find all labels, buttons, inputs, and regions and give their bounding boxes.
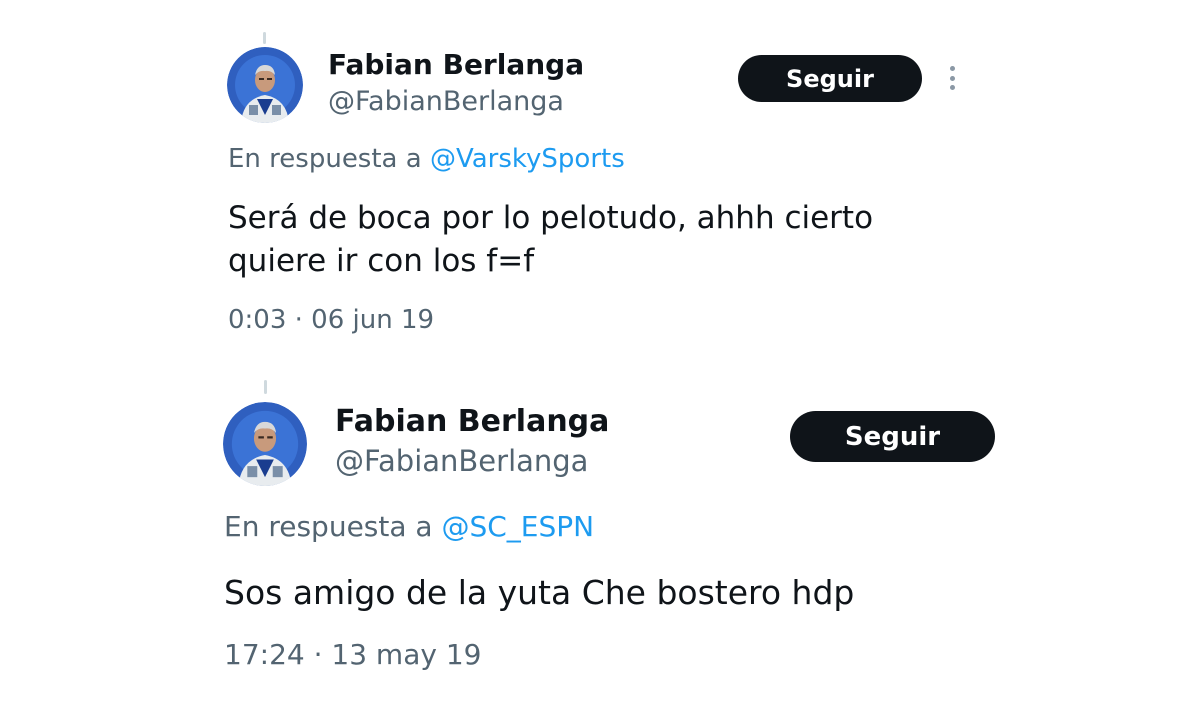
- avatar-image: [227, 47, 303, 123]
- thread-connector: [264, 380, 267, 394]
- tweet-text: Sos amigo de la yuta Che bostero hdp: [224, 570, 1024, 616]
- tweet-timestamp[interactable]: 17:24 · 13 may 19: [224, 638, 481, 671]
- avatar-image: [223, 402, 307, 486]
- avatar[interactable]: [227, 47, 303, 123]
- follow-button[interactable]: Seguir: [738, 55, 922, 102]
- reply-mention-link[interactable]: @VarskySports: [430, 144, 625, 174]
- tweet-timestamp[interactable]: 0:03 · 06 jun 19: [228, 305, 434, 335]
- author-name[interactable]: Fabian Berlanga: [335, 404, 609, 439]
- reply-mention-link[interactable]: @SC_ESPN: [441, 510, 594, 543]
- author-handle[interactable]: @FabianBerlanga: [328, 86, 564, 117]
- more-vertical-icon[interactable]: [950, 66, 956, 90]
- tweet-2[interactable]: Fabian Berlanga @FabianBerlanga Seguir E…: [0, 360, 1200, 720]
- follow-button[interactable]: Seguir: [790, 411, 995, 462]
- reply-context: En respuesta a @VarskySports: [228, 144, 625, 174]
- tweet-1[interactable]: Fabian Berlanga @FabianBerlanga Seguir E…: [0, 0, 1200, 360]
- author-handle[interactable]: @FabianBerlanga: [335, 444, 588, 478]
- reply-context: En respuesta a @SC_ESPN: [224, 510, 594, 543]
- avatar[interactable]: [223, 402, 307, 486]
- tweet-text: Será de boca por lo pelotudo, ahhh ciert…: [228, 197, 988, 284]
- reply-prefix: En respuesta a: [224, 510, 442, 543]
- tweet-text-line: quiere ir con los f=f: [228, 243, 535, 280]
- reply-prefix: En respuesta a: [228, 144, 430, 174]
- thread-connector: [263, 32, 266, 44]
- tweet-text-line: Será de boca por lo pelotudo, ahhh ciert…: [228, 200, 874, 236]
- author-name[interactable]: Fabian Berlanga: [328, 48, 584, 81]
- tweet-text-line: Sos amigo de la yuta Che bostero hdp: [224, 573, 855, 612]
